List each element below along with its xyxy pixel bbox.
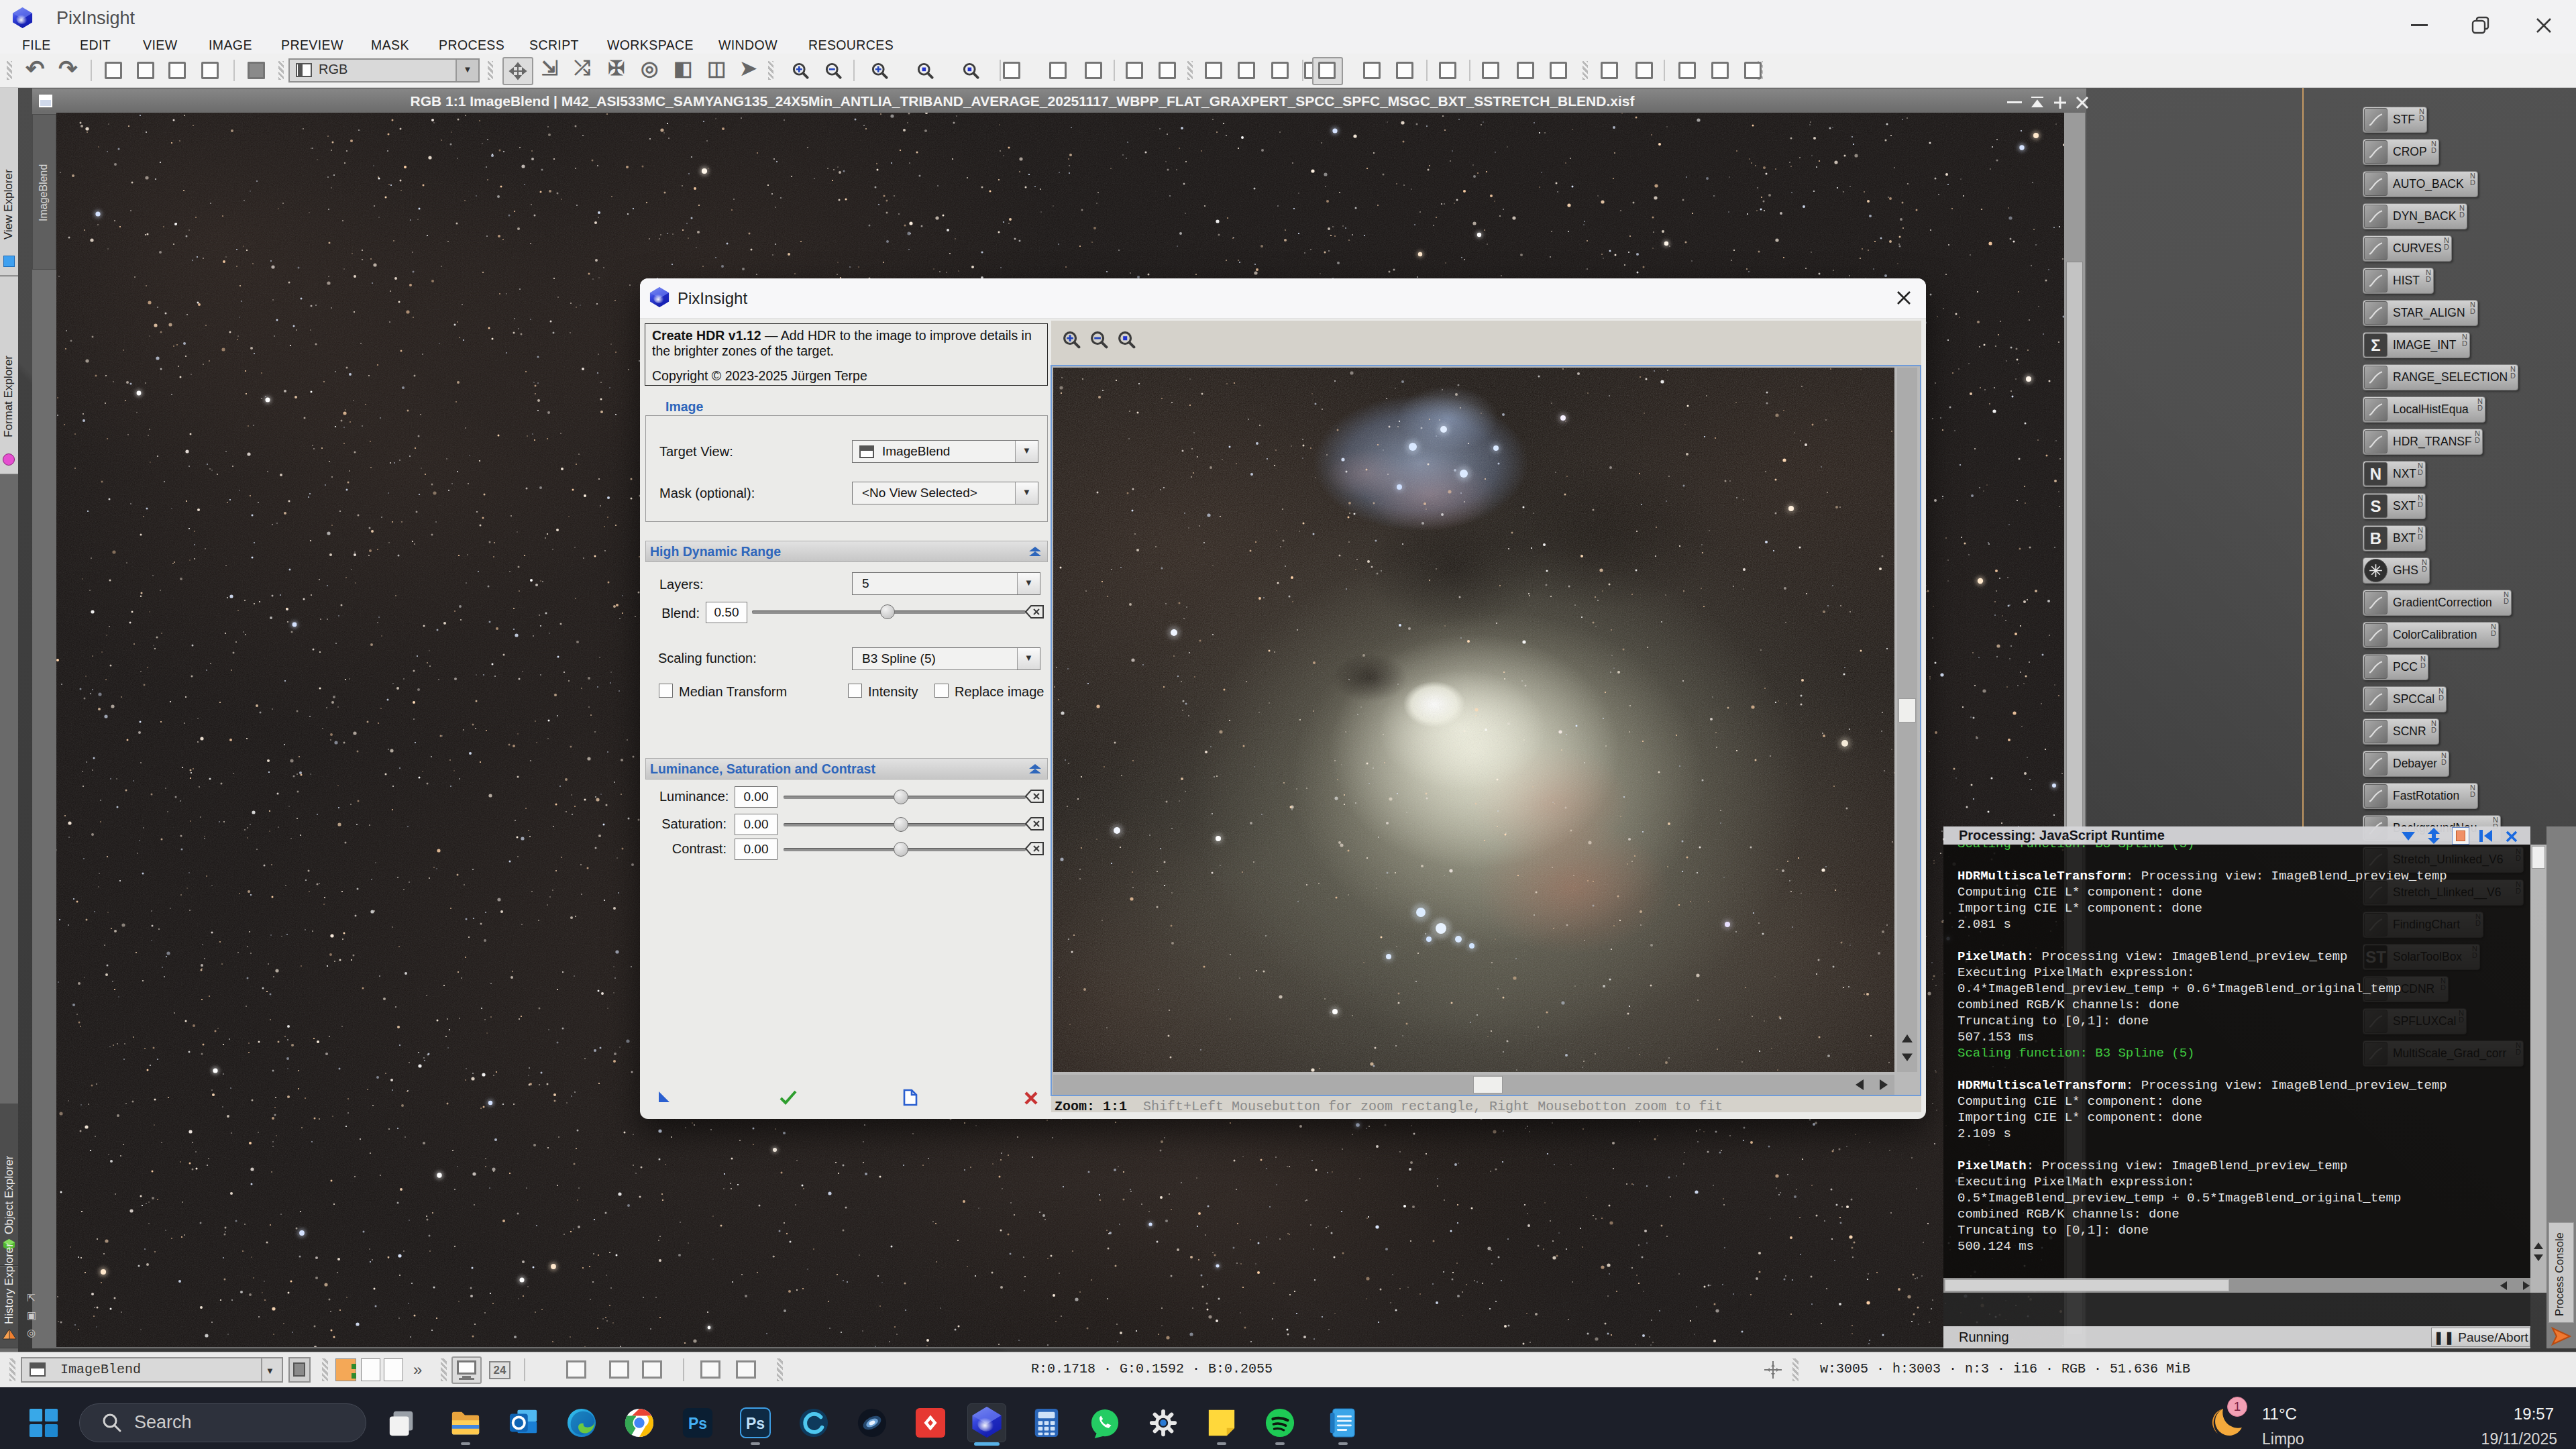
- svg-text:Ps: Ps: [746, 1415, 765, 1432]
- svg-text:Ps: Ps: [688, 1415, 707, 1432]
